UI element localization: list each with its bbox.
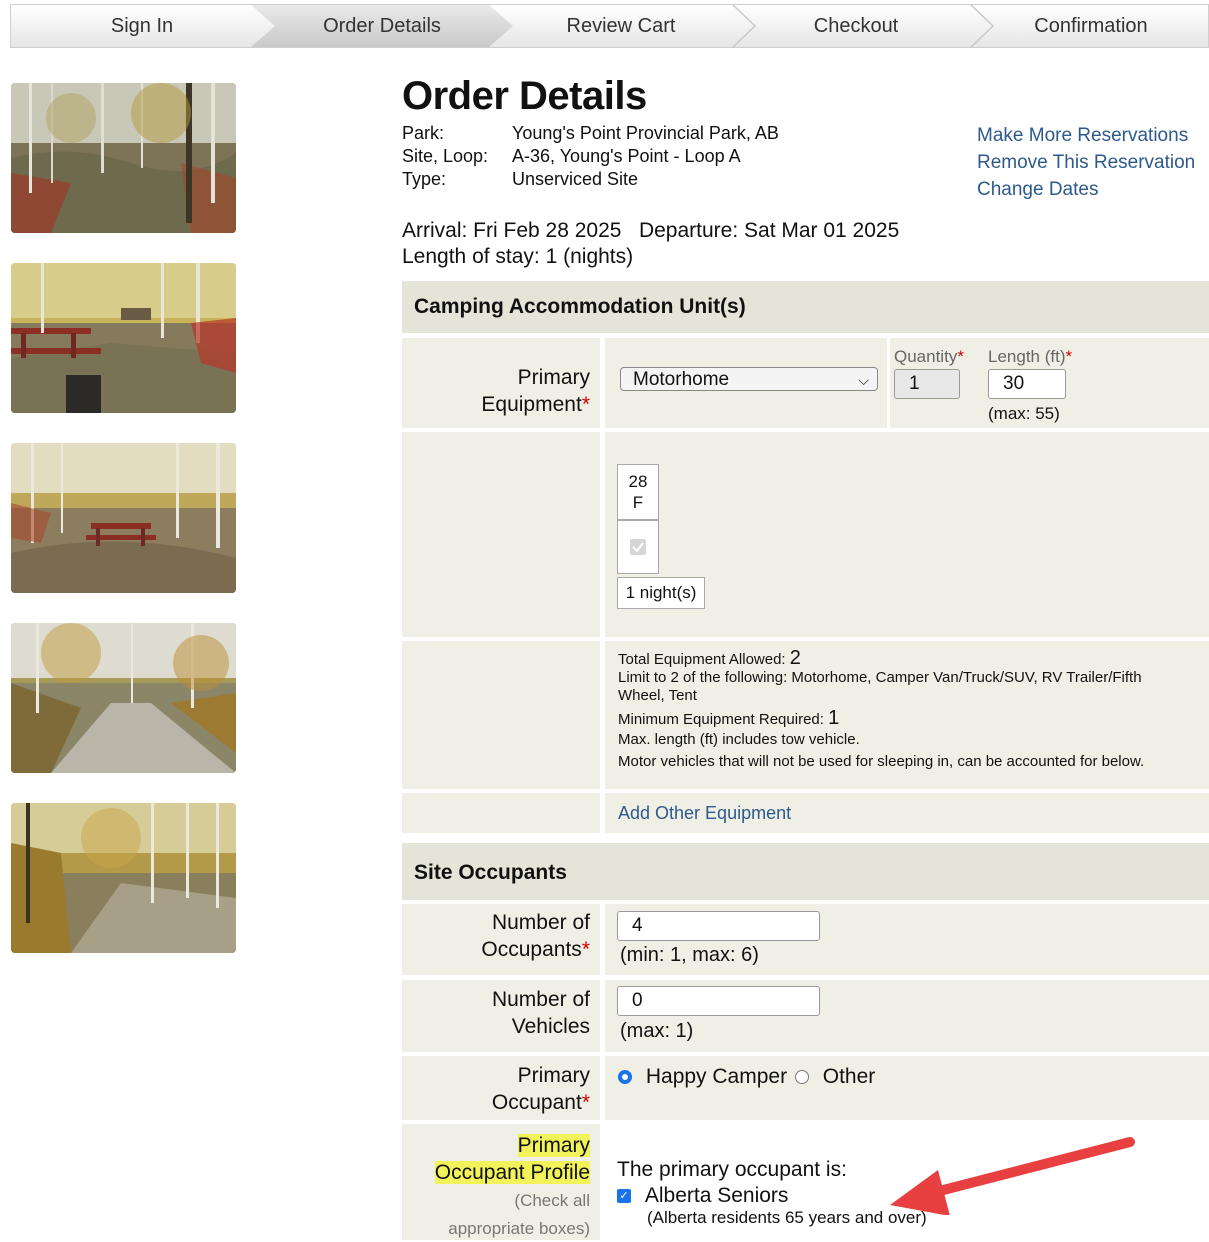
- site-photo-1[interactable]: [11, 83, 236, 233]
- min-required-value: 1: [828, 707, 840, 729]
- chevron-down-icon: ⌵: [858, 372, 869, 388]
- quantity-field: 1: [894, 369, 960, 399]
- vehicles-input[interactable]: 0: [617, 986, 820, 1016]
- site-photo-5[interactable]: [11, 803, 236, 953]
- min-required-label: Minimum Equipment Required:: [618, 711, 824, 728]
- site-photo-2[interactable]: [11, 263, 236, 413]
- add-other-equipment-link[interactable]: Add Other Equipment: [618, 803, 791, 823]
- primary-equipment-select[interactable]: Motorhome ⌵: [620, 367, 878, 391]
- site-value: A-36, Young's Point - Loop A: [512, 146, 741, 166]
- chevron-separator-icon: [732, 5, 757, 47]
- vehicles-row: Number of Vehicles 0 (max: 1): [402, 980, 1209, 1052]
- departure-date: Departure: Sat Mar 01 2025: [638, 219, 900, 242]
- occupants-row: Number of Occupants* 4 (min: 1, max: 6): [402, 904, 1209, 975]
- type-value: Unserviced Site: [512, 169, 639, 189]
- reservation-info: Park: Young's Point Provincial Park, AB …: [402, 122, 779, 191]
- equipment-dates-row: 28 F 1 night(s): [402, 432, 1209, 637]
- change-dates-link[interactable]: Change Dates: [977, 176, 1195, 203]
- park-value: Young's Point Provincial Park, AB: [512, 123, 779, 143]
- length-label: Length (ft)*: [988, 347, 1073, 366]
- annotation-arrow-icon: [890, 1137, 1135, 1215]
- park-label: Park:: [402, 123, 445, 143]
- step-confirmation[interactable]: Confirmation: [971, 5, 1209, 47]
- nights-count: 1 night(s): [617, 577, 705, 609]
- remove-reservation-link[interactable]: Remove This Reservation: [977, 149, 1195, 176]
- chevron-separator-icon: [970, 5, 995, 47]
- total-allowed-value: 2: [789, 647, 801, 669]
- occupants-label: Number of Occupants*: [402, 904, 600, 975]
- radio-other[interactable]: [794, 1070, 809, 1085]
- check-icon: [630, 539, 646, 555]
- primary-occupant-row: Primary Occupant* Happy Camper Other: [402, 1056, 1209, 1120]
- length-of-stay: Length of stay: 1 (nights): [402, 245, 634, 268]
- equipment-section-header: Camping Accommodation Unit(s): [402, 281, 1209, 333]
- occupants-range: (min: 1, max: 6): [620, 944, 759, 966]
- stay-dates: Arrival: Fri Feb 28 2025 Departure: Sat …: [402, 218, 899, 270]
- night-checkbox[interactable]: [617, 520, 659, 574]
- step-review-cart[interactable]: Review Cart: [496, 5, 746, 47]
- total-allowed-label: Total Equipment Allowed:: [618, 651, 786, 668]
- reservation-actions: Make More Reservations Remove This Reser…: [977, 122, 1195, 203]
- page-title: Order Details: [402, 74, 647, 118]
- type-label: Type:: [402, 169, 447, 189]
- option-other-label: Other: [822, 1065, 876, 1088]
- arrival-date: Arrival: Fri Feb 28 2025: [402, 219, 622, 242]
- equipment-rules-row: Total Equipment Allowed: 2 Limit to 2 of…: [402, 641, 1209, 789]
- primary-equipment-label: Primary Equipment*: [402, 338, 600, 428]
- occupant-profile-label: Primary Occupant Profile (Check all appr…: [402, 1124, 600, 1240]
- make-more-reservations-link[interactable]: Make More Reservations: [977, 122, 1195, 149]
- site-photo-3[interactable]: [11, 443, 236, 593]
- alberta-seniors-checkbox[interactable]: ✓: [617, 1189, 631, 1204]
- site-label: Site, Loop:: [402, 146, 489, 166]
- quantity-label: Quantity*: [894, 347, 964, 366]
- add-equipment-row: Add Other Equipment: [402, 793, 1209, 833]
- primary-occupant-label: Primary Occupant*: [402, 1056, 600, 1120]
- equipment-limit-note: Limit to 2 of the following: Motorhome, …: [618, 669, 1142, 704]
- site-photo-4[interactable]: [11, 623, 236, 773]
- step-sign-in[interactable]: Sign In: [11, 5, 273, 47]
- vehicles-label: Number of Vehicles: [402, 980, 600, 1052]
- length-input[interactable]: 30: [988, 369, 1066, 399]
- step-order-details[interactable]: Order Details: [251, 5, 513, 47]
- motor-vehicles-note: Motor vehicles that will not be used for…: [618, 753, 1145, 770]
- radio-happy-camper[interactable]: [618, 1070, 632, 1085]
- max-length-note: Max. length (ft) includes tow vehicle.: [618, 731, 860, 748]
- primary-equipment-row: Primary Equipment* Motorhome ⌵ Quantity*…: [402, 338, 1209, 428]
- alberta-seniors-label: Alberta Seniors: [644, 1184, 789, 1207]
- wizard-steps: Sign In Order Details Review Cart Checko…: [10, 4, 1209, 48]
- length-max: (max: 55): [988, 404, 1060, 423]
- occupants-input[interactable]: 4: [617, 911, 820, 941]
- option-happy-camper-label: Happy Camper: [645, 1065, 788, 1088]
- occupants-section-header: Site Occupants: [402, 843, 1209, 900]
- vehicles-range: (max: 1): [620, 1020, 694, 1042]
- step-checkout[interactable]: Checkout: [731, 5, 981, 47]
- calendar-day-cell: 28 F: [617, 464, 659, 520]
